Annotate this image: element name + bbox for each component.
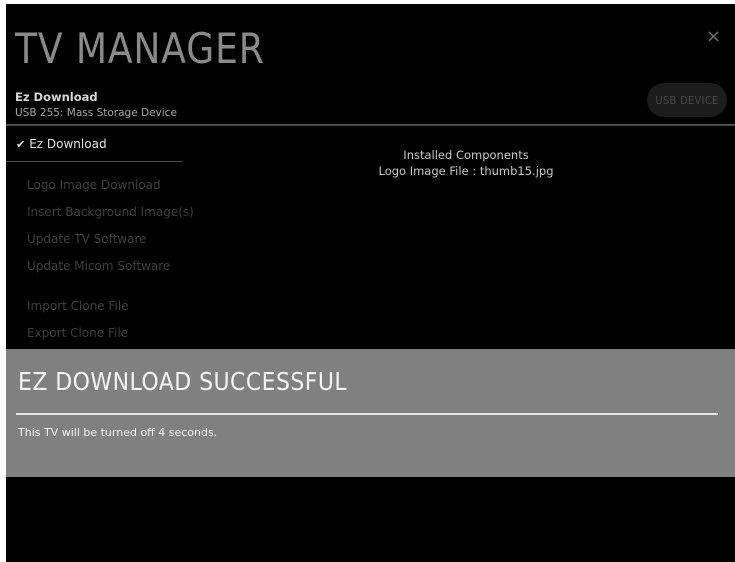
installed-components-heading: Installed Components	[403, 148, 529, 162]
tv-manager-screen: TV MANAGER × Ez Download USB 255: Mass S…	[6, 4, 735, 562]
menu-item-import-clone-file[interactable]: Import Clone File	[27, 299, 129, 313]
dialog-message: This TV will be turned off 4 seconds.	[18, 426, 218, 439]
usb-device-button[interactable]: USB DEVICE	[647, 83, 727, 117]
installed-components-panel: Installed Components Logo Image File : t…	[301, 147, 631, 179]
header-divider	[6, 124, 735, 126]
success-dialog: EZ DOWNLOAD SUCCESSFUL This TV will be t…	[6, 349, 735, 477]
installed-components-detail: Logo Image File : thumb15.jpg	[378, 164, 554, 178]
app-title: TV MANAGER	[15, 24, 265, 73]
menu-item-export-clone-file[interactable]: Export Clone File	[27, 326, 128, 340]
menu-item-update-tv-software[interactable]: Update TV Software	[27, 232, 147, 246]
menu-item-insert-background-images[interactable]: Insert Background Image(s)	[27, 205, 194, 219]
checkmark-icon: ✔	[16, 137, 26, 151]
dialog-title: EZ DOWNLOAD SUCCESSFUL	[18, 367, 348, 396]
menu-item-ez-download[interactable]: ✔ Ez Download	[16, 137, 107, 151]
menu-item-logo-image-download[interactable]: Logo Image Download	[27, 178, 161, 192]
dialog-divider	[16, 413, 718, 415]
menu-item-update-micom-software[interactable]: Update Micom Software	[27, 259, 170, 273]
menu-divider	[6, 161, 183, 162]
close-icon[interactable]: ×	[706, 26, 721, 47]
menu-item-label: Ez Download	[29, 137, 107, 151]
section-subtitle: Ez Download	[15, 90, 98, 104]
device-name: USB 255: Mass Storage Device	[15, 107, 177, 119]
